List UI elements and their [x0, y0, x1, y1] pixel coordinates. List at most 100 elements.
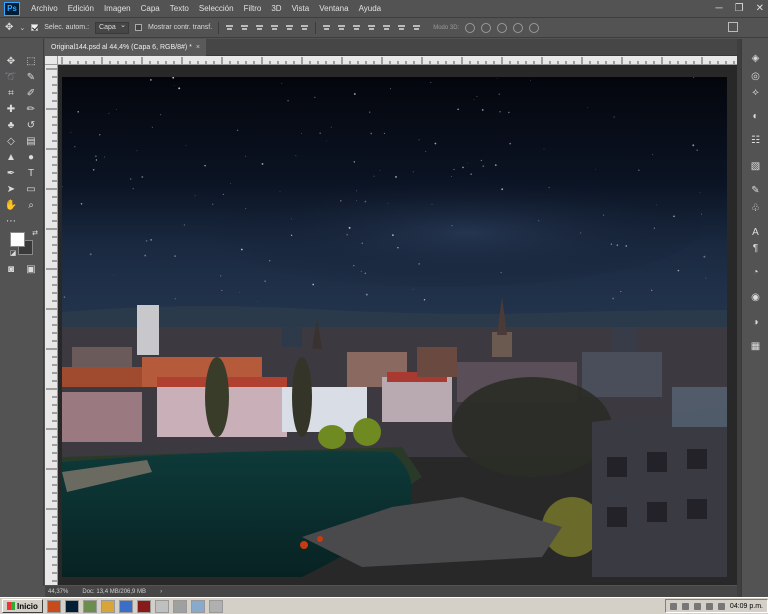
swatches-icon[interactable]: ◑ — [750, 317, 761, 328]
pen-icon[interactable]: ✒ — [4, 167, 18, 181]
close-icon[interactable]: ✕ — [756, 3, 764, 14]
histogram-icon[interactable]: ▦ — [750, 341, 761, 352]
brave-browser-icon[interactable] — [46, 599, 61, 613]
clone-source-icon[interactable]: ♧ — [750, 203, 761, 214]
color-icon[interactable]: ◉ — [750, 292, 761, 303]
healing-brush-icon[interactable]: ✚ — [4, 103, 18, 117]
distribute-hcenter-icon[interactable] — [382, 23, 391, 32]
roll-3d-icon[interactable] — [481, 22, 492, 33]
orbit-3d-icon[interactable] — [465, 22, 476, 33]
marquee-icon[interactable]: ⬚ — [24, 55, 38, 69]
menu-texto[interactable]: Texto — [165, 0, 194, 17]
photoshop-taskbar-icon[interactable] — [64, 599, 79, 613]
workspace-icon[interactable] — [728, 22, 738, 32]
properties-icon[interactable]: ☷ — [750, 135, 761, 146]
ruler-origin[interactable] — [45, 56, 58, 65]
zoom-icon[interactable]: ⌕ — [24, 199, 38, 213]
tray-icon[interactable] — [681, 602, 689, 610]
app-icon[interactable] — [154, 599, 169, 613]
move-tool-preset-icon[interactable]: ✥ — [5, 22, 13, 33]
vertical-ruler[interactable] — [45, 65, 58, 585]
paragraph-icon[interactable]: ¶ — [750, 243, 761, 254]
eyedropper-icon[interactable]: ✐ — [24, 87, 38, 101]
chevron-down-icon[interactable]: ⌄ — [19, 24, 25, 32]
menu-edicion[interactable]: Edición — [63, 0, 99, 17]
align-bottom-icon[interactable] — [255, 23, 264, 32]
slide-3d-icon[interactable] — [513, 22, 524, 33]
paths-icon[interactable]: ⟡ — [750, 87, 761, 98]
distribute-vcenter-icon[interactable] — [337, 23, 346, 32]
minimize-icon[interactable]: ─ — [716, 3, 723, 14]
align-hcenter-icon[interactable] — [285, 23, 294, 32]
clock[interactable]: 04:09 p.m. — [730, 603, 763, 610]
screen-mode-icon[interactable]: ▣ — [24, 263, 38, 277]
move-icon[interactable]: ✥ — [4, 55, 18, 69]
distribute-right-icon[interactable] — [397, 23, 406, 32]
default-colors-icon[interactable]: ◪ — [6, 247, 20, 261]
volume-icon[interactable] — [705, 602, 713, 610]
menu-archivo[interactable]: Archivo — [26, 0, 63, 17]
quick-mask-icon[interactable]: ◙ — [4, 263, 18, 277]
libraries-icon[interactable]: ▧ — [750, 161, 761, 172]
menu-vista[interactable]: Vista — [287, 0, 315, 17]
blur-icon[interactable]: ▲ — [4, 151, 18, 165]
restore-icon[interactable]: ❐ — [735, 3, 744, 14]
explorer-icon[interactable] — [82, 599, 97, 613]
more-tools-icon[interactable]: ⋯ — [4, 215, 18, 229]
pan-3d-icon[interactable] — [497, 22, 508, 33]
hand-icon[interactable]: ✋ — [4, 199, 18, 213]
foreground-color-swatch[interactable] — [10, 232, 25, 247]
menu-ventana[interactable]: Ventana — [314, 0, 353, 17]
layers-icon[interactable]: ◈ — [750, 53, 761, 64]
distribute-bottom-icon[interactable] — [352, 23, 361, 32]
menu-ayuda[interactable]: Ayuda — [354, 0, 387, 17]
align-top-icon[interactable] — [225, 23, 234, 32]
zoom-level[interactable]: 44,37% — [48, 589, 68, 595]
menu-capa[interactable]: Capa — [136, 0, 165, 17]
rectangle-icon[interactable]: ▭ — [24, 183, 38, 197]
adjustments-icon[interactable]: ◐ — [750, 111, 761, 122]
tray-icon[interactable] — [669, 602, 677, 610]
status-arrow-icon[interactable]: › — [160, 589, 162, 595]
auto-align-icon[interactable] — [412, 23, 421, 32]
start-button[interactable]: Inicio — [2, 599, 43, 613]
document-tab[interactable]: Original144.psd al 44,4% (Capa 6, RGB/8#… — [45, 39, 206, 56]
folder-icon[interactable] — [100, 599, 115, 613]
align-right-icon[interactable] — [300, 23, 309, 32]
align-vcenter-icon[interactable] — [240, 23, 249, 32]
app-icon[interactable] — [208, 599, 223, 613]
distribute-top-icon[interactable] — [322, 23, 331, 32]
tray-icon[interactable] — [693, 602, 701, 610]
show-transform-checkbox[interactable] — [135, 24, 143, 31]
menu-imagen[interactable]: Imagen — [99, 0, 136, 17]
brush-settings-icon[interactable]: ✎ — [750, 185, 761, 196]
app-icon[interactable] — [118, 599, 133, 613]
eraser-icon[interactable]: ◇ — [4, 135, 18, 149]
path-select-icon[interactable]: ➤ — [4, 183, 18, 197]
dodge-icon[interactable]: ● — [24, 151, 38, 165]
clone-stamp-icon[interactable]: ♣ — [4, 119, 18, 133]
quick-select-icon[interactable]: ✎ — [24, 71, 38, 85]
channels-icon[interactable]: ◎ — [750, 71, 761, 82]
align-left-icon[interactable] — [270, 23, 279, 32]
distribute-left-icon[interactable] — [367, 23, 376, 32]
menu-3d[interactable]: 3D — [266, 0, 286, 17]
network-icon[interactable] — [717, 602, 725, 610]
swap-colors-icon[interactable]: ⇄ — [28, 227, 42, 241]
3d-icon[interactable]: ◔ — [750, 267, 761, 278]
character-icon[interactable]: A — [750, 227, 761, 238]
crop-icon[interactable]: ⌗ — [4, 87, 18, 101]
scale-3d-icon[interactable] — [529, 22, 540, 33]
menu-filtro[interactable]: Filtro — [239, 0, 267, 17]
lasso-icon[interactable]: ➰ — [4, 71, 18, 85]
history-brush-icon[interactable]: ↺ — [24, 119, 38, 133]
auto-select-checkbox[interactable] — [31, 24, 39, 31]
app-icon[interactable] — [190, 599, 205, 613]
brush-icon[interactable]: ✏ — [24, 103, 38, 117]
illustrator-icon[interactable] — [136, 599, 151, 613]
type-icon[interactable]: T — [24, 167, 38, 181]
image-canvas[interactable] — [62, 77, 727, 577]
app-icon[interactable] — [172, 599, 187, 613]
auto-select-target-dropdown[interactable]: Capa — [95, 21, 130, 34]
menu-seleccion[interactable]: Selección — [194, 0, 239, 17]
